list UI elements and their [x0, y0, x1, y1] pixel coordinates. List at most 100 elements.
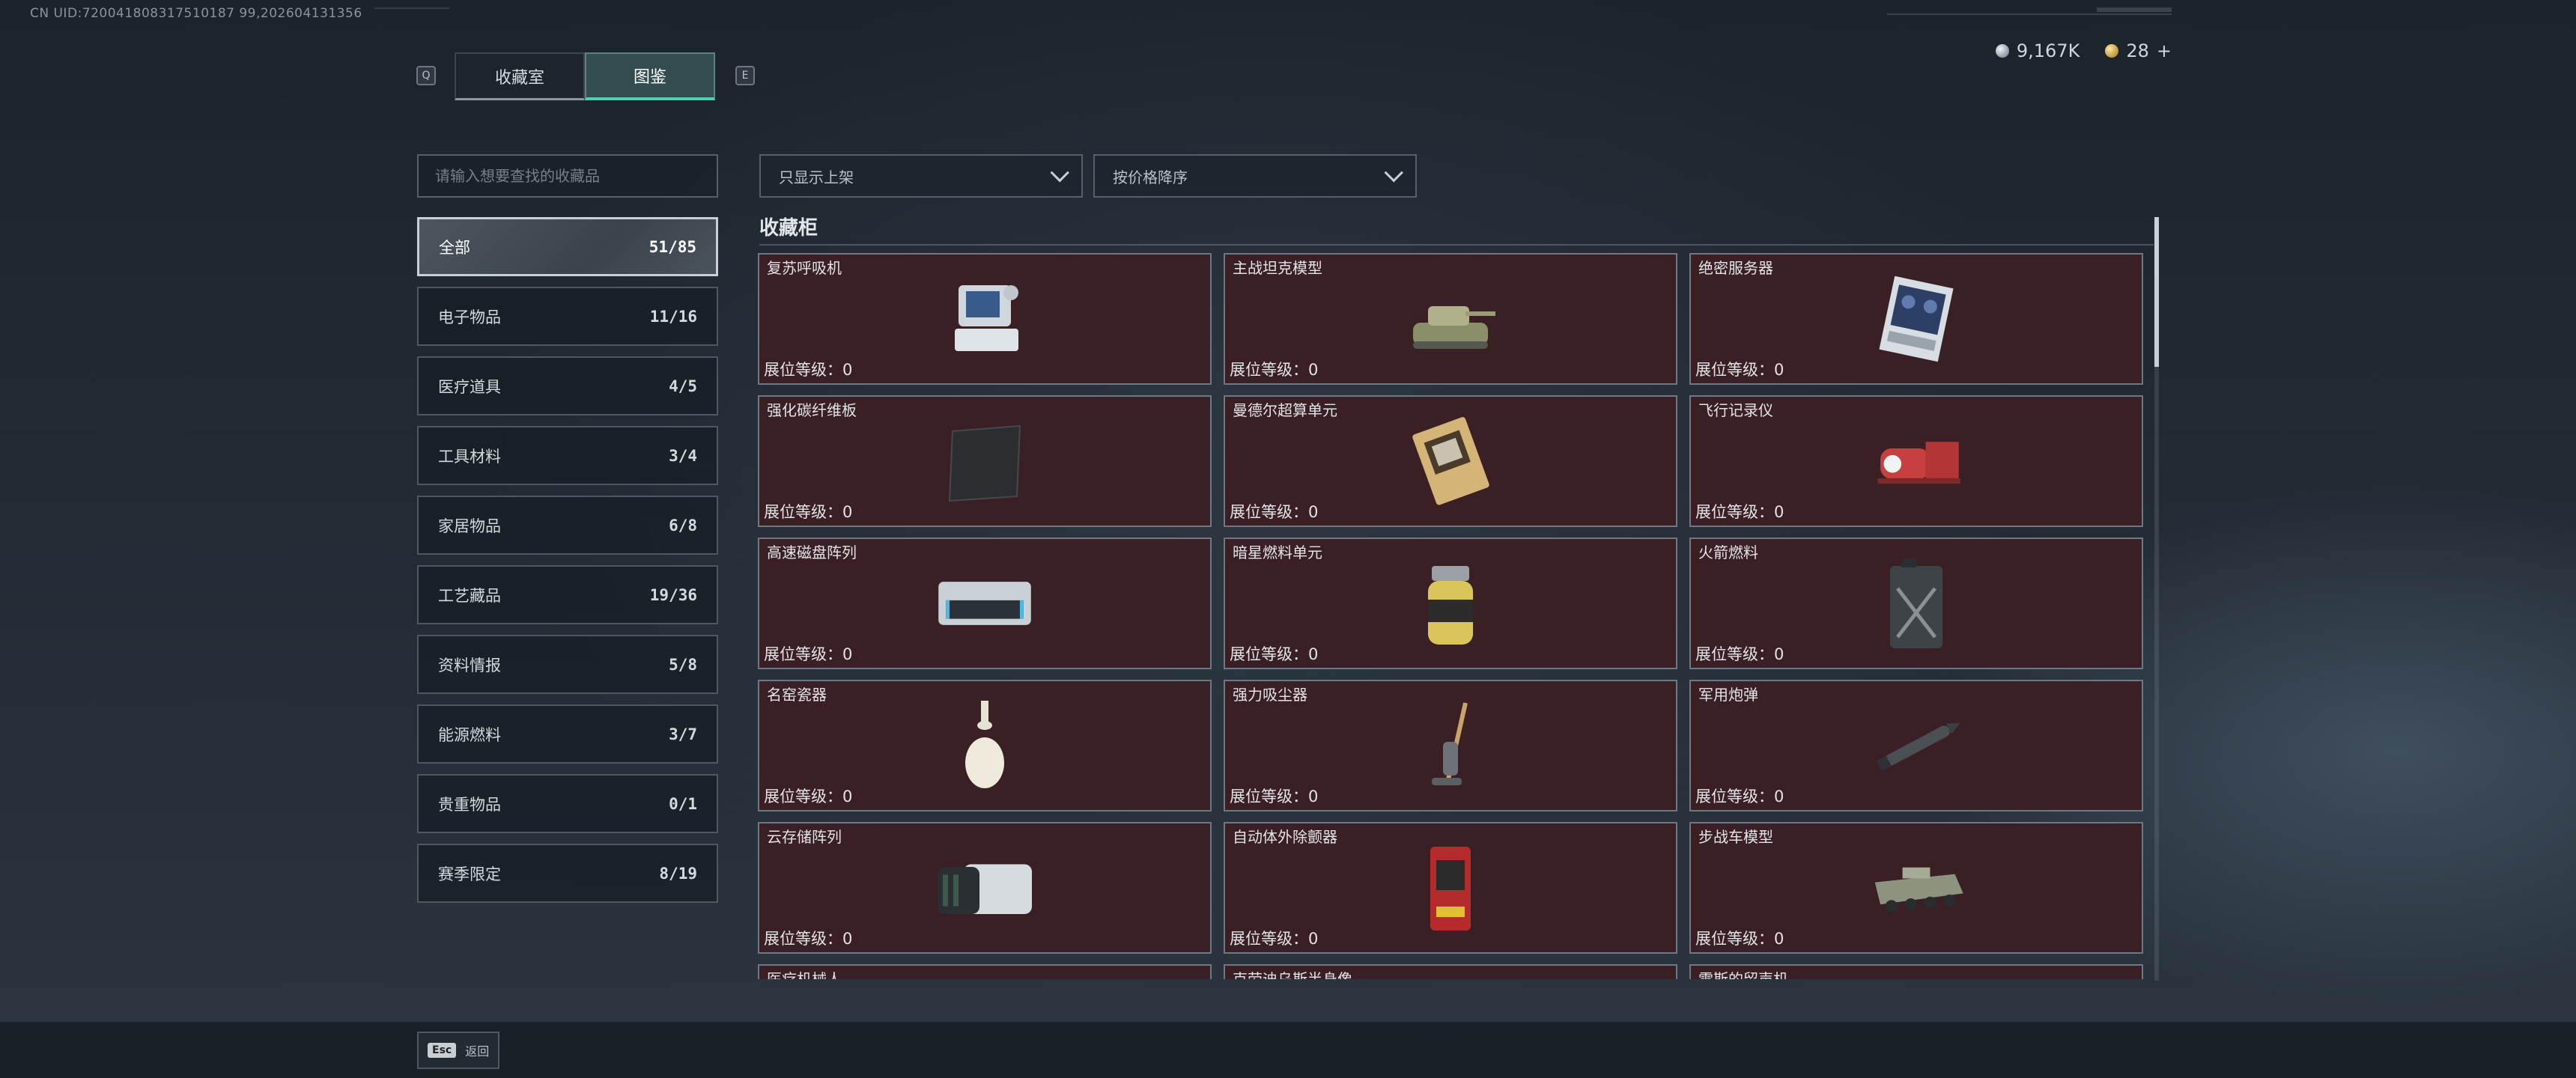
- category-label: 工具材料: [438, 447, 501, 466]
- tab-prev-key-hint[interactable]: Q: [416, 66, 436, 85]
- tab-catalog[interactable]: 图鉴: [585, 52, 715, 100]
- item-name: 高速磁盘阵列: [767, 543, 857, 561]
- category-label: 工艺藏品: [438, 586, 501, 605]
- search-input[interactable]: [435, 167, 717, 185]
- category-valuables[interactable]: 贵重物品 0/1: [417, 774, 718, 833]
- collection-card[interactable]: 自动体外除颤器 展位等级：0: [1224, 822, 1677, 954]
- top-decoration: [374, 7, 449, 37]
- collection-card[interactable]: 曼德尔超算单元 展位等级：0: [1224, 395, 1677, 527]
- display-level: 展位等级：0: [1230, 930, 1319, 948]
- display-level: 展位等级：0: [1695, 930, 1784, 948]
- sort-value: 按价格降序: [1113, 168, 1188, 186]
- collection-card[interactable]: 雷斯的留声机: [1689, 964, 2143, 979]
- silver-coin-icon: [1995, 44, 2009, 58]
- supercomputer-unit-icon: [1398, 412, 1503, 510]
- main-tabs: 收藏室 图鉴: [455, 52, 715, 100]
- collection-card[interactable]: 名窑瓷器 展位等级：0: [758, 680, 1212, 811]
- silver-currency: 9,167K: [1995, 40, 2080, 61]
- tab-collection-room[interactable]: 收藏室: [455, 52, 585, 100]
- collection-card[interactable]: 医疗机械人: [758, 964, 1212, 979]
- back-button[interactable]: Esc 返回: [417, 1032, 499, 1069]
- shelf-filter-dropdown[interactable]: 只显示上架: [759, 154, 1083, 198]
- category-label: 全部: [439, 238, 470, 257]
- back-label: 返回: [465, 1044, 490, 1059]
- collection-card[interactable]: 飞行记录仪 展位等级：0: [1689, 395, 2143, 527]
- item-name: 医疗机械人: [767, 970, 842, 979]
- item-name: 强化碳纤维板: [767, 401, 857, 419]
- category-label: 贵重物品: [438, 795, 501, 814]
- category-label: 电子物品: [438, 308, 501, 326]
- category-electronics[interactable]: 电子物品 11/16: [417, 287, 718, 346]
- search-box[interactable]: [417, 154, 718, 198]
- item-name: 主战坦克模型: [1233, 259, 1322, 277]
- esc-key-icon: Esc: [428, 1043, 457, 1058]
- collection-grid: 复苏呼吸机 展位等级：0 主战坦克模型 展位等级：0 绝密服务器 展位等级：0 …: [758, 253, 2151, 979]
- category-count: 11/16: [649, 307, 697, 326]
- collection-card[interactable]: 绝密服务器 展位等级：0: [1689, 253, 2143, 385]
- top-right-decoration: [1887, 13, 2172, 22]
- scrollbar-thumb[interactable]: [2154, 217, 2159, 367]
- item-name: 步战车模型: [1698, 828, 1773, 846]
- collection-card[interactable]: 高速磁盘阵列 展位等级：0: [758, 538, 1212, 669]
- collection-card[interactable]: 云存储阵列 展位等级：0: [758, 822, 1212, 954]
- category-count: 4/5: [669, 377, 697, 395]
- category-label: 资料情报: [438, 656, 501, 674]
- jerrycan-icon: [1864, 555, 1969, 652]
- item-name: 雷斯的留声机: [1698, 970, 1788, 979]
- gold-currency[interactable]: 28 +: [2105, 40, 2172, 61]
- item-name: 克劳迪乌斯半身像: [1233, 970, 1352, 979]
- carbon-plate-icon: [932, 412, 1037, 510]
- ifv-model-icon: [1864, 839, 1969, 937]
- collection-card[interactable]: 火箭燃料 展位等级：0: [1689, 538, 2143, 669]
- category-count: 19/36: [649, 585, 697, 604]
- collection-card[interactable]: 步战车模型 展位等级：0: [1689, 822, 2143, 954]
- item-name: 飞行记录仪: [1698, 401, 1773, 419]
- collection-card[interactable]: 军用炮弹 展位等级：0: [1689, 680, 2143, 811]
- category-intel[interactable]: 资料情报 5/8: [417, 635, 718, 694]
- display-level: 展位等级：0: [1695, 788, 1784, 806]
- item-name: 曼德尔超算单元: [1233, 401, 1337, 419]
- category-tools[interactable]: 工具材料 3/4: [417, 426, 718, 485]
- category-fuel[interactable]: 能源燃料 3/7: [417, 704, 718, 764]
- collection-card[interactable]: 克劳迪乌斯半身像: [1224, 964, 1677, 979]
- collection-card[interactable]: 暗星燃料单元 展位等级：0: [1224, 538, 1677, 669]
- collection-card[interactable]: 强化碳纤维板 展位等级：0: [758, 395, 1212, 527]
- artillery-shell-icon: [1864, 697, 1969, 794]
- cloud-storage-icon: [932, 839, 1037, 937]
- category-label: 家居物品: [438, 517, 501, 535]
- display-level: 展位等级：0: [1230, 788, 1319, 806]
- category-count: 6/8: [669, 516, 697, 535]
- item-name: 复苏呼吸机: [767, 259, 842, 277]
- collection-card[interactable]: 主战坦克模型 展位等级：0: [1224, 253, 1677, 385]
- vacuum-cleaner-icon: [1398, 697, 1503, 794]
- item-name: 军用炮弹: [1698, 686, 1758, 704]
- display-level: 展位等级：0: [1695, 361, 1784, 379]
- collection-card[interactable]: 复苏呼吸机 展位等级：0: [758, 253, 1212, 385]
- display-level: 展位等级：0: [1695, 503, 1784, 521]
- collection-card[interactable]: 强力吸尘器 展位等级：0: [1224, 680, 1677, 811]
- category-count: 3/7: [669, 725, 697, 743]
- display-level: 展位等级：0: [764, 788, 853, 806]
- collection-grid-viewport[interactable]: 复苏呼吸机 展位等级：0 主战坦克模型 展位等级：0 绝密服务器 展位等级：0 …: [758, 253, 2151, 979]
- add-gold-icon[interactable]: +: [2157, 40, 2172, 61]
- item-name: 暗星燃料单元: [1233, 543, 1322, 561]
- display-level: 展位等级：0: [764, 361, 853, 379]
- uid-label: CN UID:720041808317510187 99,20260413135…: [30, 6, 362, 21]
- tab-next-key-hint[interactable]: E: [735, 66, 755, 85]
- display-level: 展位等级：0: [764, 503, 853, 521]
- category-season[interactable]: 赛季限定 8/19: [417, 844, 718, 903]
- top-right-decoration-bar: [2097, 7, 2172, 12]
- category-medical[interactable]: 医疗道具 4/5: [417, 356, 718, 415]
- category-crafts[interactable]: 工艺藏品 19/36: [417, 565, 718, 624]
- display-level: 展位等级：0: [1230, 645, 1319, 663]
- category-all[interactable]: 全部 51/85: [417, 217, 718, 276]
- category-count: 0/1: [669, 794, 697, 813]
- category-label: 医疗道具: [438, 377, 501, 396]
- chevron-down-icon: [1050, 163, 1069, 183]
- sort-dropdown[interactable]: 按价格降序: [1093, 154, 1417, 198]
- item-name: 云存储阵列: [767, 828, 842, 846]
- bottom-bar: [0, 1022, 2576, 1078]
- shelf-filter-value: 只显示上架: [779, 168, 854, 186]
- porcelain-vase-icon: [932, 697, 1037, 794]
- category-household[interactable]: 家居物品 6/8: [417, 496, 718, 555]
